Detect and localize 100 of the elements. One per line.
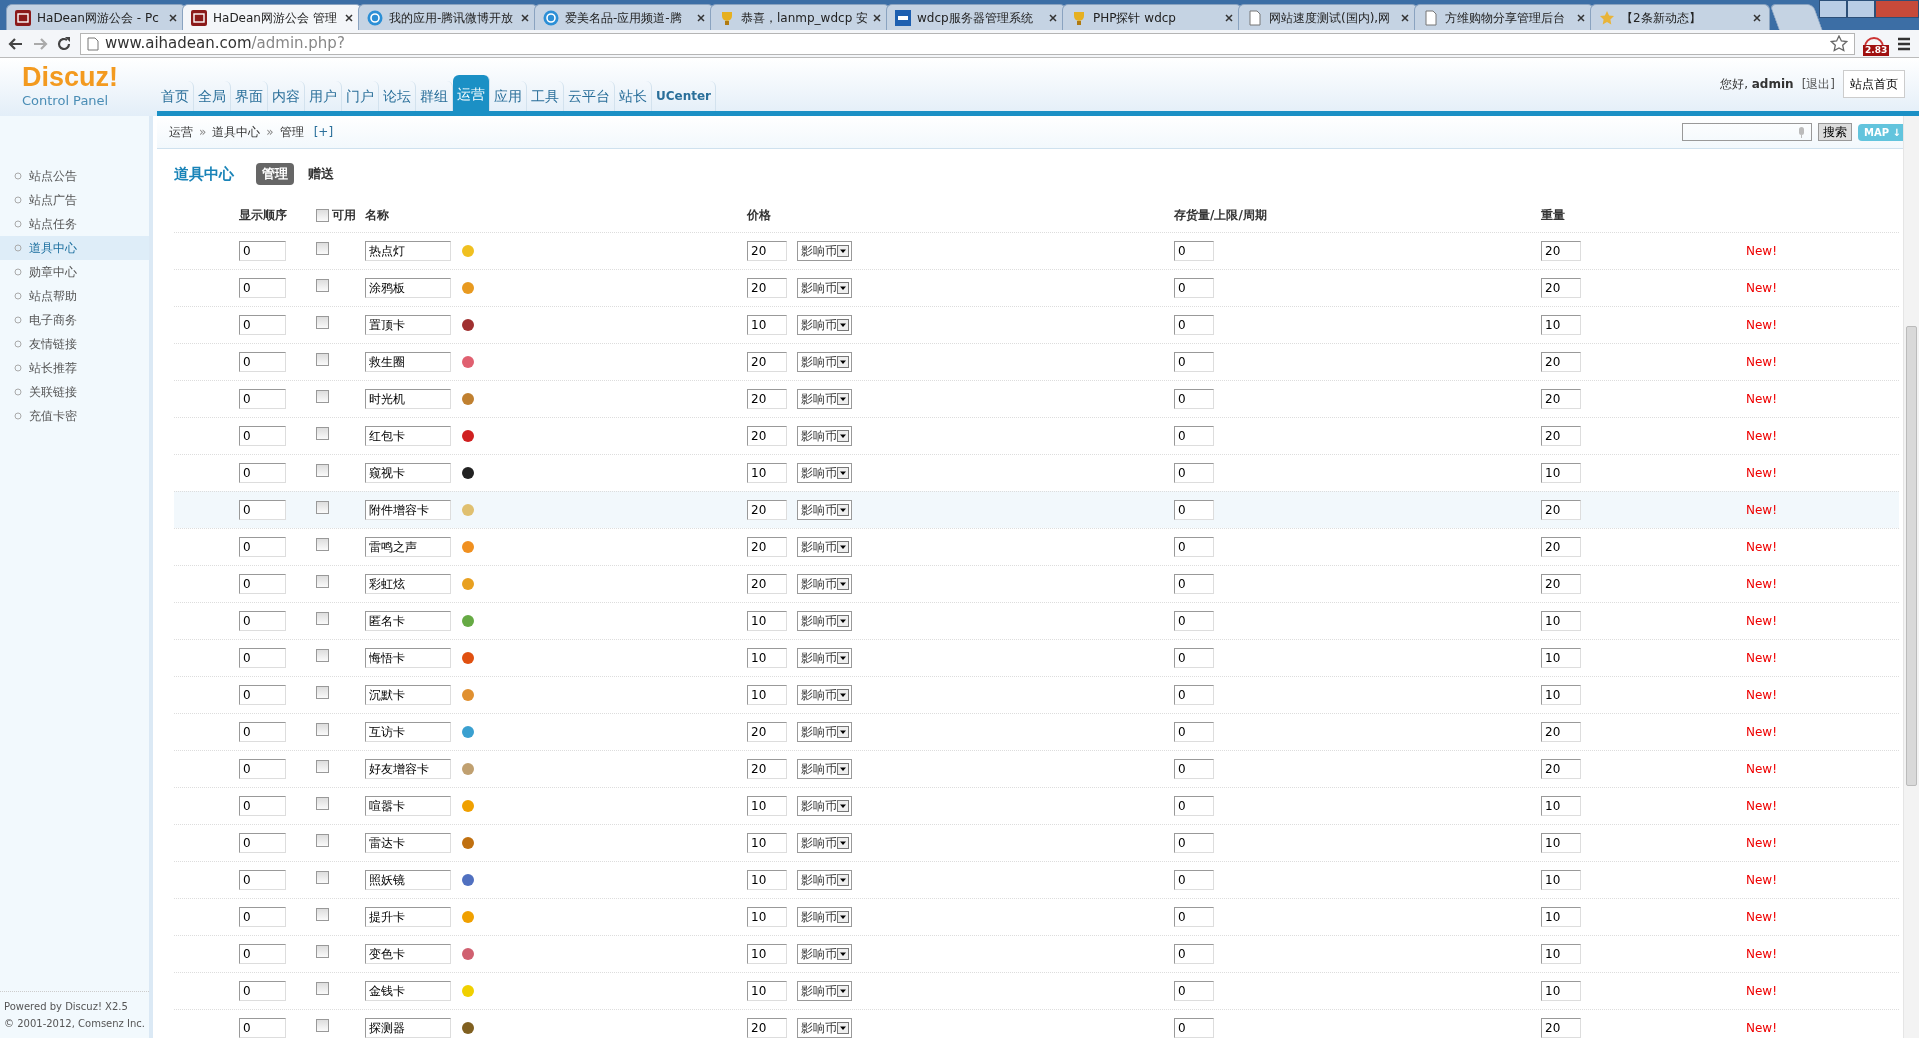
price-input[interactable]: 10	[747, 463, 787, 483]
name-input[interactable]: 好友增容卡	[365, 759, 451, 779]
name-input[interactable]: 时光机	[365, 389, 451, 409]
currency-select[interactable]: 影响币	[797, 907, 852, 927]
currency-select[interactable]: 影响币	[797, 574, 852, 594]
checkbox[interactable]	[316, 723, 329, 736]
order-input[interactable]: 0	[239, 759, 286, 779]
checkbox[interactable]	[316, 612, 329, 625]
order-input[interactable]: 0	[239, 574, 286, 594]
maximize-button[interactable]	[1847, 0, 1875, 18]
checkbox[interactable]	[316, 501, 329, 514]
checkbox[interactable]	[316, 427, 329, 440]
weight-input[interactable]: 20	[1541, 500, 1581, 520]
weight-input[interactable]: 10	[1541, 870, 1581, 890]
company-link[interactable]: Comsenz Inc.	[78, 1018, 145, 1029]
currency-select[interactable]: 影响币	[797, 1018, 852, 1038]
price-input[interactable]: 20	[747, 537, 787, 557]
order-input[interactable]: 0	[239, 389, 286, 409]
price-input[interactable]: 10	[747, 315, 787, 335]
stock-input[interactable]: 0	[1174, 759, 1214, 779]
checkbox[interactable]	[316, 575, 329, 588]
currency-select[interactable]: 影响币	[797, 463, 852, 483]
weight-input[interactable]: 10	[1541, 685, 1581, 705]
checkbox[interactable]	[316, 242, 329, 255]
name-input[interactable]: 雷鸣之声	[365, 537, 451, 557]
currency-select[interactable]: 影响币	[797, 685, 852, 705]
order-input[interactable]: 0	[239, 426, 286, 446]
name-input[interactable]: 涂鸦板	[365, 278, 451, 298]
checkbox[interactable]	[316, 908, 329, 921]
stock-input[interactable]: 0	[1174, 722, 1214, 742]
stock-input[interactable]: 0	[1174, 389, 1214, 409]
stock-input[interactable]: 0	[1174, 500, 1214, 520]
add-link[interactable]: [+]	[313, 123, 334, 141]
price-input[interactable]: 20	[747, 722, 787, 742]
name-input[interactable]: 沉默卡	[365, 685, 451, 705]
sidebar-item[interactable]: 关联链接	[0, 380, 149, 404]
checkbox[interactable]	[316, 945, 329, 958]
name-input[interactable]: 悔悟卡	[365, 648, 451, 668]
scrollbar[interactable]	[1903, 116, 1919, 1038]
currency-select[interactable]: 影响币	[797, 315, 852, 335]
stock-input[interactable]: 0	[1174, 241, 1214, 261]
browser-tab[interactable]: 【2条新动态】	[1590, 4, 1770, 30]
name-input[interactable]: 匿名卡	[365, 611, 451, 631]
site-home-button[interactable]: 站点首页	[1843, 70, 1905, 98]
order-input[interactable]: 0	[239, 981, 286, 1001]
price-input[interactable]: 20	[747, 278, 787, 298]
name-input[interactable]: 附件增容卡	[365, 500, 451, 520]
currency-select[interactable]: 影响币	[797, 833, 852, 853]
address-bar[interactable]: www.aihadean.com/admin.php?	[80, 32, 1855, 55]
checkbox[interactable]	[316, 538, 329, 551]
stock-input[interactable]: 0	[1174, 1018, 1214, 1038]
currency-select[interactable]: 影响币	[797, 796, 852, 816]
nav-tab[interactable]: 全局	[194, 81, 231, 111]
order-input[interactable]: 0	[239, 611, 286, 631]
forward-icon[interactable]	[32, 35, 48, 52]
price-input[interactable]: 20	[747, 389, 787, 409]
order-input[interactable]: 0	[239, 278, 286, 298]
nav-tab[interactable]: UCenter	[652, 81, 717, 111]
weight-input[interactable]: 10	[1541, 833, 1581, 853]
weight-input[interactable]: 20	[1541, 537, 1581, 557]
currency-select[interactable]: 影响币	[797, 870, 852, 890]
weight-input[interactable]: 20	[1541, 722, 1581, 742]
name-input[interactable]: 提升卡	[365, 907, 451, 927]
price-input[interactable]: 20	[747, 500, 787, 520]
price-input[interactable]: 20	[747, 241, 787, 261]
sidebar-item[interactable]: 道具中心	[0, 236, 149, 260]
stock-input[interactable]: 0	[1174, 463, 1214, 483]
checkbox[interactable]	[316, 871, 329, 884]
checkbox[interactable]	[316, 649, 329, 662]
currency-select[interactable]: 影响币	[797, 759, 852, 779]
currency-select[interactable]: 影响币	[797, 648, 852, 668]
currency-select[interactable]: 影响币	[797, 278, 852, 298]
nav-tab[interactable]: 首页	[157, 81, 194, 111]
price-input[interactable]: 10	[747, 981, 787, 1001]
stock-input[interactable]: 0	[1174, 574, 1214, 594]
weight-input[interactable]: 10	[1541, 648, 1581, 668]
weight-input[interactable]: 20	[1541, 1018, 1581, 1038]
weight-input[interactable]: 10	[1541, 315, 1581, 335]
order-input[interactable]: 0	[239, 685, 286, 705]
nav-tab[interactable]: 应用	[490, 81, 527, 111]
name-input[interactable]: 探测器	[365, 1018, 451, 1038]
sidebar-item[interactable]: 友情链接	[0, 332, 149, 356]
weight-input[interactable]: 20	[1541, 426, 1581, 446]
order-input[interactable]: 0	[239, 722, 286, 742]
breadcrumb-item[interactable]: 运营	[169, 123, 193, 141]
sidebar-item[interactable]: 站长推荐	[0, 356, 149, 380]
search-button[interactable]: 搜索	[1818, 123, 1853, 141]
stock-input[interactable]: 0	[1174, 352, 1214, 372]
checkbox[interactable]	[316, 316, 329, 329]
name-input[interactable]: 彩虹炫	[365, 574, 451, 594]
back-icon[interactable]	[8, 35, 24, 52]
nav-tab[interactable]: 论坛	[379, 81, 416, 111]
checkbox[interactable]	[316, 390, 329, 403]
nav-tab[interactable]: 内容	[268, 81, 305, 111]
weight-input[interactable]: 20	[1541, 278, 1581, 298]
price-input[interactable]: 10	[747, 648, 787, 668]
currency-select[interactable]: 影响币	[797, 426, 852, 446]
menu-icon[interactable]	[1897, 36, 1911, 51]
sidebar-item[interactable]: 站点任务	[0, 212, 149, 236]
stock-input[interactable]: 0	[1174, 685, 1214, 705]
